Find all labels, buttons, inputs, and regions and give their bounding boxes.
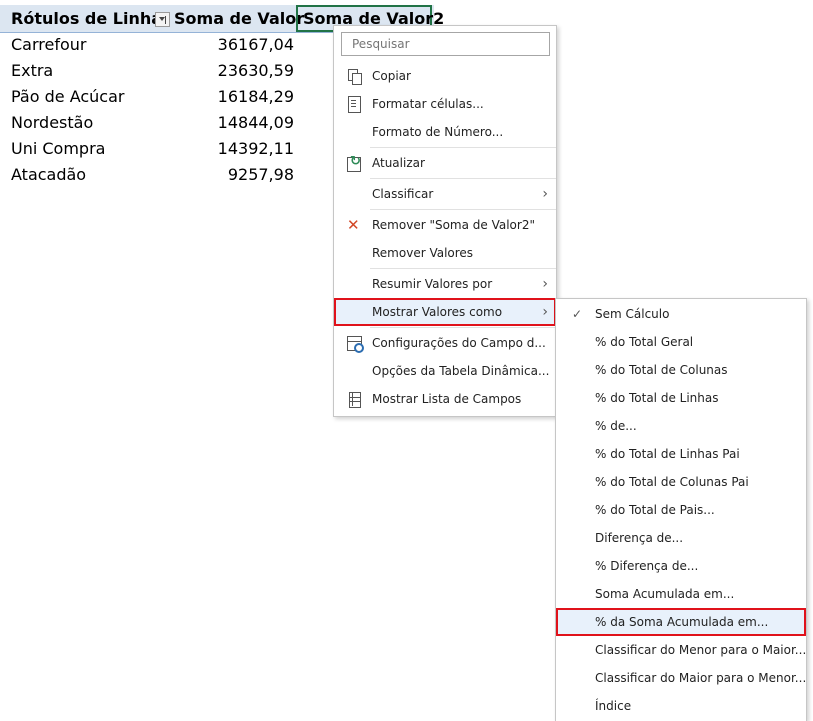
table-row[interactable]: Pão de Acúcar 16184,29 xyxy=(0,84,300,110)
table-row[interactable]: Atacadão 9257,98 xyxy=(0,162,300,188)
menu-item-summarize-values[interactable]: Resumir Valores por › xyxy=(334,270,556,298)
menu-item-field-settings[interactable]: Configurações do Campo d... xyxy=(334,329,556,357)
menu-item-label: Remover Valores xyxy=(372,246,474,260)
menu-divider xyxy=(370,268,556,269)
table-row[interactable]: Extra 23630,59 xyxy=(0,58,300,84)
format-cells-icon xyxy=(346,96,362,113)
menu-divider xyxy=(370,147,556,148)
menu-item-format-cells[interactable]: Formatar células... xyxy=(334,90,556,118)
menu-item-label: Remover "Soma de Valor2" xyxy=(372,218,535,232)
refresh-icon xyxy=(346,148,362,176)
chevron-right-icon: › xyxy=(542,304,548,320)
row-label: Extra xyxy=(11,61,54,80)
row-label: Carrefour xyxy=(11,35,87,54)
menu-item-label: Resumir Valores por xyxy=(372,277,493,291)
submenu-item[interactable]: % do Total de Pais... xyxy=(556,496,806,524)
checkmark-icon: ✓ xyxy=(572,307,583,321)
table-row[interactable]: Nordestão 14844,09 xyxy=(0,110,300,136)
submenu-item-label: % da Soma Acumulada em... xyxy=(595,615,769,629)
submenu-item-label: % do Total de Linhas xyxy=(595,391,719,405)
chevron-right-icon: › xyxy=(542,276,548,292)
submenu-item-label: Índice xyxy=(595,699,632,713)
submenu-item[interactable]: Classificar do Maior para o Menor... xyxy=(556,664,806,692)
context-menu: Copiar Formatar células... Formato de Nú… xyxy=(333,25,557,417)
menu-item-refresh[interactable]: Atualizar xyxy=(334,148,556,177)
submenu-item-label: % de... xyxy=(595,419,637,433)
menu-item-label: Opções da Tabela Dinâmica... xyxy=(372,364,550,378)
submenu-item[interactable]: % Diferença de... xyxy=(556,552,806,580)
header-row-labels[interactable]: Rótulos de Linha xyxy=(11,5,162,32)
submenu-item-label: Classificar do Maior para o Menor... xyxy=(595,671,807,685)
submenu-item-running-total-percent[interactable]: % da Soma Acumulada em... xyxy=(556,608,806,636)
row-label: Nordestão xyxy=(11,113,94,132)
submenu-item[interactable]: Soma Acumulada em... xyxy=(556,580,806,608)
filter-dropdown-icon[interactable] xyxy=(155,12,170,27)
submenu-item-label: % do Total de Linhas Pai xyxy=(595,447,740,461)
submenu-item-label: % do Total Geral xyxy=(595,335,694,349)
submenu-item-label: % do Total de Colunas xyxy=(595,363,728,377)
row-label: Atacadão xyxy=(11,165,87,184)
menu-item-remove-values[interactable]: Remover Valores xyxy=(334,239,556,267)
menu-item-label: Copiar xyxy=(372,69,411,83)
submenu-item-label: Soma Acumulada em... xyxy=(595,587,735,601)
row-value: 23630,59 xyxy=(217,61,294,80)
submenu-item-no-calculation[interactable]: ✓ Sem Cálculo xyxy=(556,300,806,328)
table-row[interactable]: Carrefour 36167,04 xyxy=(0,32,300,58)
submenu-item-label: % do Total de Pais... xyxy=(595,503,715,517)
field-settings-icon xyxy=(346,335,364,353)
menu-item-copy[interactable]: Copiar xyxy=(334,62,556,90)
submenu-item-label: % do Total de Colunas Pai xyxy=(595,475,749,489)
header-soma-de-valor[interactable]: Soma de Valor xyxy=(174,5,304,32)
submenu-item-label: Sem Cálculo xyxy=(595,307,670,321)
menu-divider xyxy=(370,178,556,179)
menu-item-label: Mostrar Lista de Campos xyxy=(372,392,522,406)
row-value: 36167,04 xyxy=(217,35,294,54)
menu-divider xyxy=(370,209,556,210)
submenu-item[interactable]: % do Total de Colunas Pai xyxy=(556,468,806,496)
field-list-icon xyxy=(346,391,362,408)
menu-item-pivot-options[interactable]: Opções da Tabela Dinâmica... xyxy=(334,357,556,385)
menu-item-label: Formato de Número... xyxy=(372,125,504,139)
submenu-item[interactable]: % do Total de Colunas xyxy=(556,356,806,384)
submenu-item[interactable]: % do Total de Linhas xyxy=(556,384,806,412)
remove-icon xyxy=(346,211,362,239)
menu-item-label: Atualizar xyxy=(372,156,425,170)
menu-item-sort[interactable]: Classificar › xyxy=(334,180,556,208)
menu-item-label: Configurações do Campo d... xyxy=(372,336,546,350)
submenu-item[interactable]: % de... xyxy=(556,412,806,440)
row-label: Pão de Acúcar xyxy=(11,87,125,106)
menu-item-label: Formatar células... xyxy=(372,97,484,111)
search-input[interactable] xyxy=(341,32,550,56)
submenu-item[interactable]: Diferença de... xyxy=(556,524,806,552)
menu-item-number-format[interactable]: Formato de Número... xyxy=(334,118,556,146)
row-value: 9257,98 xyxy=(227,165,294,184)
menu-item-label: Classificar xyxy=(372,187,434,201)
submenu-item-label: Classificar do Menor para o Maior... xyxy=(595,643,807,657)
menu-item-label: Mostrar Valores como xyxy=(372,305,503,319)
menu-item-show-values-as[interactable]: Mostrar Valores como › xyxy=(334,298,556,326)
row-value: 14392,11 xyxy=(217,139,294,158)
chevron-right-icon: › xyxy=(542,186,548,202)
row-value: 14844,09 xyxy=(217,113,294,132)
submenu-item-label: % Diferença de... xyxy=(595,559,699,573)
row-label: Uni Compra xyxy=(11,139,106,158)
copy-icon xyxy=(346,68,362,85)
submenu-item[interactable]: % do Total Geral xyxy=(556,328,806,356)
submenu-item[interactable]: % do Total de Linhas Pai xyxy=(556,440,806,468)
menu-item-show-field-list[interactable]: Mostrar Lista de Campos xyxy=(334,385,556,413)
submenu-item[interactable]: Classificar do Menor para o Maior... xyxy=(556,636,806,664)
show-values-as-submenu: ✓ Sem Cálculo % do Total Geral % do Tota… xyxy=(555,298,807,721)
row-value: 16184,29 xyxy=(217,87,294,106)
submenu-item-label: Diferença de... xyxy=(595,531,684,545)
menu-item-remove-field[interactable]: Remover "Soma de Valor2" xyxy=(334,211,556,239)
table-row[interactable]: Uni Compra 14392,11 xyxy=(0,136,300,162)
menu-divider xyxy=(370,327,556,328)
submenu-item[interactable]: Índice xyxy=(556,692,806,720)
